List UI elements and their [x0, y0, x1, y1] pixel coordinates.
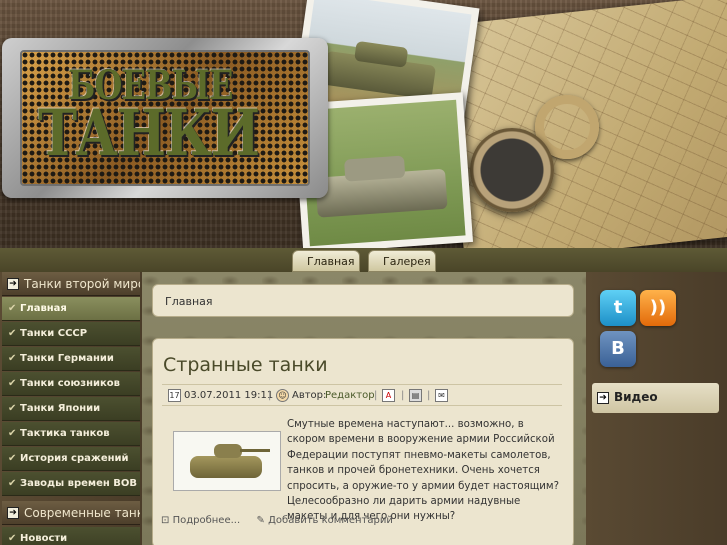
sidebar-item-factories[interactable]: ✔ Заводы времен ВОВ — [2, 472, 140, 496]
check-icon: ✔ — [8, 328, 17, 339]
pdf-icon[interactable]: A — [382, 389, 395, 402]
article-footer: ⊡ Подробнее... ✎ Добавить комментарий — [161, 515, 393, 526]
main-content: Главная Странные танки 17 03.07.2011 19:… — [142, 272, 586, 545]
author-label: Автор: — [292, 390, 327, 401]
article-meta: 17 03.07.2011 19:11 | ☺ Автор: Редактор … — [162, 384, 562, 406]
sidebar-item-label: Танки союзников — [20, 378, 120, 389]
twitter-glyph: t — [613, 297, 623, 318]
check-icon: ✔ — [8, 478, 17, 489]
sidebar-item-label: Главная — [20, 303, 67, 314]
right-sidebar: t )) В ➔ Видео — [586, 272, 727, 545]
arrow-right-icon: ➔ — [7, 507, 19, 519]
vk-icon[interactable]: В — [600, 331, 636, 367]
sidebar-item-germany[interactable]: ✔ Танки Германии — [2, 347, 140, 371]
rss-glyph: )) — [649, 297, 667, 318]
check-icon: ✔ — [8, 533, 17, 544]
sidebar-item-label: История сражений — [20, 453, 129, 464]
check-icon: ✔ — [8, 453, 17, 464]
article: Странные танки 17 03.07.2011 19:11 | ☺ А… — [152, 338, 574, 545]
sidebar-heading-label: Танки второй мировой — [24, 277, 140, 291]
sidebar-item-label: Заводы времен ВОВ — [20, 478, 138, 489]
breadcrumb: Главная — [165, 295, 213, 308]
check-icon: ✔ — [8, 353, 17, 364]
sidebar-item-label: Новости — [20, 533, 68, 544]
sidebar-item-home[interactable]: ✔ Главная — [2, 297, 140, 321]
site-header: БОЕВЫЕ ТАНКИ — [0, 0, 727, 248]
sidebar-item-label: Танки Японии — [20, 403, 101, 414]
check-icon: ✔ — [8, 403, 17, 414]
print-icon[interactable]: ▤ — [409, 389, 422, 402]
sidebar-heading-label: Современные танки — [24, 506, 140, 520]
check-icon: ✔ — [8, 303, 17, 314]
article-body: Смутные времена наступают... возможно, в… — [287, 419, 560, 523]
comment-icon: ✎ — [256, 515, 265, 526]
sidebar-heading-ww2: ➔ Танки второй мировой — [2, 272, 140, 296]
nav-tab-home[interactable]: Главная — [292, 250, 360, 272]
article-date: 03.07.2011 19:11 — [184, 390, 274, 401]
email-icon[interactable]: ✉ — [435, 389, 448, 402]
sidebar-item-ussr[interactable]: ✔ Танки СССР — [2, 322, 140, 346]
video-label: Видео — [614, 390, 658, 404]
logo-text-line2: ТАНКИ — [38, 96, 260, 171]
sidebar-item-label: Танки СССР — [20, 328, 88, 339]
sidebar-heading-modern: ➔ Современные танки — [2, 501, 140, 525]
sidebar-item-allies[interactable]: ✔ Танки союзников — [2, 372, 140, 396]
nav-tab-gallery[interactable]: Галерея — [368, 250, 436, 272]
sidebar-item-news[interactable]: ✔ Новости — [2, 527, 140, 545]
check-icon: ✔ — [8, 428, 17, 439]
breadcrumb-box: Главная — [152, 284, 574, 317]
arrow-right-icon: ➔ — [7, 278, 19, 290]
read-more-link[interactable]: Подробнее... — [173, 515, 241, 526]
sidebar-item-label: Танки Германии — [20, 353, 114, 364]
calendar-icon: 17 — [168, 389, 181, 402]
article-thumbnail[interactable] — [173, 431, 281, 491]
rss-icon[interactable]: )) — [640, 290, 676, 326]
author-icon: ☺ — [276, 389, 289, 402]
add-comment-link[interactable]: Добавить комментарий — [268, 515, 393, 526]
sidebar-item-label: Тактика танков — [20, 428, 110, 439]
read-more-icon: ⊡ — [161, 515, 170, 526]
author-name[interactable]: Редактор — [325, 390, 375, 401]
article-title[interactable]: Странные танки — [163, 354, 328, 376]
compass-image — [470, 128, 554, 212]
vk-glyph: В — [611, 338, 625, 359]
check-icon: ✔ — [8, 378, 17, 389]
sidebar-item-tactics[interactable]: ✔ Тактика танков — [2, 422, 140, 446]
sidebar-item-japan[interactable]: ✔ Танки Японии — [2, 397, 140, 421]
top-nav: Главная Галерея — [0, 248, 727, 272]
sidebar-item-battles[interactable]: ✔ История сражений — [2, 447, 140, 471]
twitter-icon[interactable]: t — [600, 290, 636, 326]
left-sidebar: ➔ Танки второй мировой ✔ Главная ✔ Танки… — [0, 272, 142, 545]
video-section-heading[interactable]: ➔ Видео — [592, 383, 719, 413]
arrow-right-icon: ➔ — [597, 392, 609, 404]
